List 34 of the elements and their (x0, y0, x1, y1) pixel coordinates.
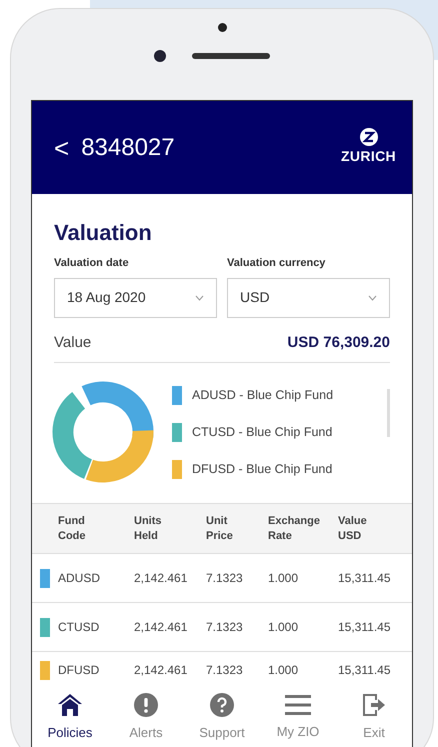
table-cell-text: 15,311.45 (338, 662, 392, 679)
column-header: Unit Price (206, 514, 234, 544)
table-cell-text: 2,142.461 (134, 662, 188, 679)
table-cell-text: 7.1323 (206, 570, 244, 587)
table-cell-text: 15,311.45 (338, 570, 392, 587)
table-cell-text: DFUSD (58, 662, 100, 679)
column-header: Value USD (338, 514, 368, 544)
field-label: Valuation currency (227, 256, 326, 271)
table-cell-text: 2,142.461 (134, 619, 188, 636)
table-cell-text: CTUSD (58, 619, 100, 636)
table-cell-text: 1.000 (268, 619, 300, 636)
column-header: Fund Code (58, 514, 86, 544)
table-cell-text: ADUSD (58, 570, 102, 587)
table-cell-text: 7.1323 (206, 662, 244, 679)
policy-number: 8348027 (81, 132, 175, 162)
table-cell-text: 2,142.461 (134, 570, 188, 587)
dropdown-field[interactable]: 18 Aug 2020 (54, 278, 217, 318)
back-button[interactable]: < (54, 134, 70, 160)
total-value: USD 76,309.20 (287, 332, 390, 352)
table-cell-text: 1.000 (268, 570, 300, 587)
nav-tab[interactable]: Policies (32, 693, 108, 743)
legend-label: DFUSD - Blue Chip Fund (192, 460, 332, 478)
table-cell-text: 15,311.45 (338, 619, 392, 636)
column-header: Exchange Rate (268, 514, 321, 544)
section-title: Valuation (54, 219, 153, 247)
table-cell-text: 1.000 (268, 662, 300, 679)
column-header: Units Held (134, 514, 162, 544)
value-label: Value (54, 332, 92, 352)
dropdown-field[interactable]: USD (227, 278, 390, 318)
legend-label: ADUSD - Blue Chip Fund (192, 386, 334, 404)
brand-logo: ZURICH (341, 147, 396, 166)
table-cell-text: 7.1323 (206, 619, 244, 636)
legend-label: CTUSD - Blue Chip Fund (192, 424, 332, 441)
field-label: Valuation date (54, 256, 130, 271)
